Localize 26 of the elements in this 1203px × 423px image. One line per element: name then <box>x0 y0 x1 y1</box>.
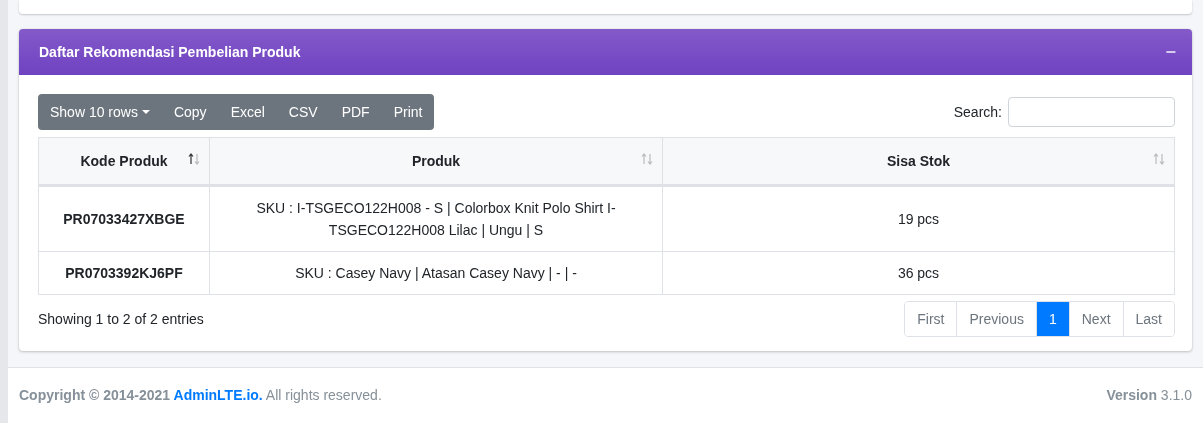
adminlte-link[interactable]: AdminLTE.io. <box>173 387 263 403</box>
collapse-button[interactable]: − <box>1161 41 1180 63</box>
table-cell: SKU : I-TSGECO122H008 - S | Colorbox Knit Polo Shirt I-TSGECO122H008 Lilac | Ungu | S <box>209 185 663 252</box>
export-button[interactable]: Excel <box>218 94 277 130</box>
caret-icon <box>141 110 150 114</box>
export-button[interactable]: CSV <box>276 94 330 130</box>
page-button[interactable]: 1 <box>1035 302 1069 336</box>
column-header[interactable]: Kode Produk <box>38 137 210 186</box>
version-text: Version 3.1.0 <box>1106 387 1192 405</box>
export-button[interactable]: PDF <box>329 94 382 130</box>
table-cell: PR07033427XBGE <box>38 185 210 252</box>
search-field[interactable] <box>1008 97 1175 127</box>
table-cell: 19 pcs <box>662 185 1175 252</box>
entries-info: Showing 1 to 2 of 2 entries <box>38 311 204 327</box>
page-button[interactable]: Last <box>1122 302 1174 336</box>
rows-dropdown[interactable]: Show 10 rows <box>38 94 162 130</box>
search-label: Search: <box>953 104 1002 120</box>
column-header[interactable]: Produk <box>209 137 663 186</box>
table-cell: 36 pcs <box>662 251 1175 295</box>
copyright-text: Copyright © 2014-2021 AdminLTE.io. All rights reserved. <box>19 387 382 405</box>
column-header[interactable]: Sisa Stok <box>662 137 1175 186</box>
export-button[interactable]: Print <box>381 94 435 130</box>
card-title: Daftar Rekomendasi Pembelian Produk <box>39 44 301 60</box>
export-button[interactable]: Copy <box>161 94 219 130</box>
table-cell: PR0703392KJ6PF <box>38 251 210 295</box>
table-cell: SKU : Casey Navy | Atasan Casey Navy | - | - <box>209 251 663 295</box>
